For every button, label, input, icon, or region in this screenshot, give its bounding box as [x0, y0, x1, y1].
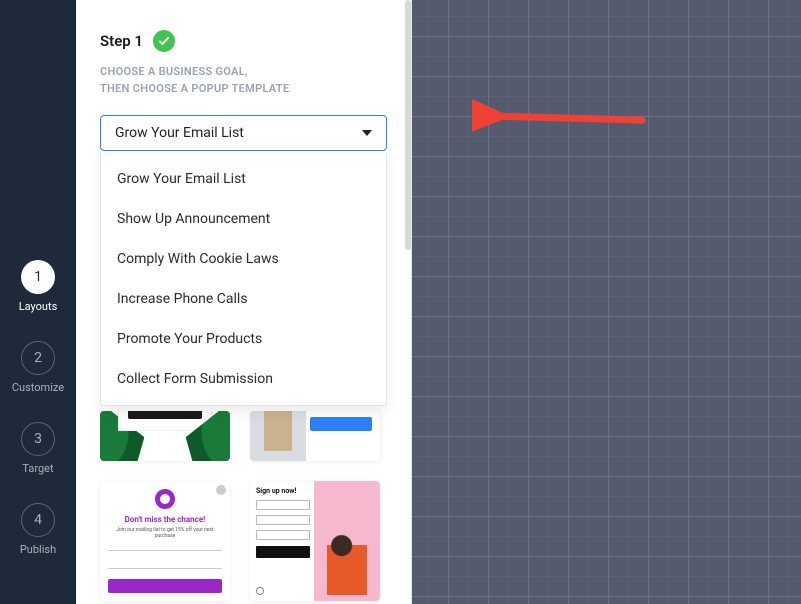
- step-title: Step 1: [100, 32, 143, 50]
- sidebar-step-target[interactable]: 3: [21, 422, 55, 456]
- step-number: 3: [34, 431, 42, 447]
- sidebar-step-label: Layouts: [19, 300, 58, 313]
- sidebar-step-label: Customize: [12, 381, 64, 394]
- logo-icon: [155, 489, 175, 509]
- template-card[interactable]: Sign up now!: [250, 481, 380, 601]
- sidebar-step-customize[interactable]: 2: [21, 341, 55, 375]
- caret-down-icon: [362, 130, 372, 136]
- canvas-grid: [412, 0, 801, 604]
- step-subhead: CHOOSE A BUSINESS GOAL, THEN CHOOSE A PO…: [100, 64, 387, 97]
- goal-dropdown-menu: Grow Your Email List Show Up Announcemen…: [100, 153, 387, 406]
- template-card[interactable]: [250, 411, 380, 461]
- goal-dropdown-selected: Grow Your Email List: [115, 125, 244, 141]
- goal-option-grow-email[interactable]: Grow Your Email List: [101, 159, 386, 199]
- close-icon: [216, 485, 226, 495]
- sidebar-step-publish[interactable]: 4: [21, 503, 55, 537]
- goal-option-announcement[interactable]: Show Up Announcement: [101, 199, 386, 239]
- config-panel: Step 1 CHOOSE A BUSINESS GOAL, THEN CHOO…: [76, 0, 412, 604]
- sidebar-step-label: Target: [22, 462, 53, 475]
- editor-canvas[interactable]: [412, 0, 801, 604]
- goal-option-form-submission[interactable]: Collect Form Submission: [101, 359, 386, 399]
- step-number: 4: [34, 512, 42, 528]
- check-icon: [153, 30, 175, 52]
- wizard-sidebar: 1 Layouts 2 Customize 3 Target 4 Publish: [0, 0, 76, 604]
- template-heading: Sign up now!: [256, 487, 310, 495]
- template-card[interactable]: [100, 411, 230, 461]
- template-heading: Don't miss the chance!: [100, 515, 230, 524]
- step-number: 1: [34, 269, 42, 285]
- sidebar-step-label: Publish: [20, 543, 56, 556]
- goal-option-promote-products[interactable]: Promote Your Products: [101, 319, 386, 359]
- subhead-line: CHOOSE A BUSINESS GOAL,: [100, 65, 248, 78]
- sidebar-step-layouts[interactable]: 1: [21, 260, 55, 294]
- goal-dropdown: Grow Your Email List Grow Your Email Lis…: [100, 115, 387, 151]
- step-number: 2: [34, 350, 42, 366]
- step-header: Step 1: [100, 30, 387, 52]
- template-sub: Join our mailing list to get 15% off you…: [108, 527, 222, 539]
- goal-option-cookie-laws[interactable]: Comply With Cookie Laws: [101, 239, 386, 279]
- template-card[interactable]: Don't miss the chance! Join our mailing …: [100, 481, 230, 601]
- goal-dropdown-trigger[interactable]: Grow Your Email List: [100, 115, 387, 151]
- panel-scrollbar[interactable]: [405, 0, 411, 250]
- subhead-line: THEN CHOOSE A POPUP TEMPLATE: [100, 82, 289, 95]
- goal-option-phone-calls[interactable]: Increase Phone Calls: [101, 279, 386, 319]
